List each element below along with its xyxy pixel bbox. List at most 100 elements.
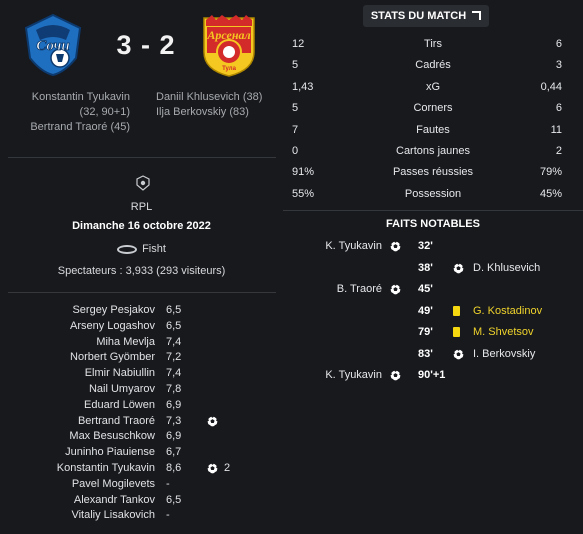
stat-label: Passes réussies [392, 166, 474, 179]
away-scorer-line: Ilja Berkovskiy (83) [156, 106, 249, 118]
event-minute: 45' [418, 283, 433, 295]
goal-icon [390, 283, 401, 295]
event-icon [390, 283, 401, 298]
player-row[interactable]: Miha Mevlja 7,4 [0, 335, 283, 351]
stat-row: 55% Possession 45% [283, 184, 583, 205]
player-name: Pavel Mogilevets [71, 477, 155, 490]
player-row[interactable]: Eduard Löwen 6,9 [0, 398, 283, 414]
player-row[interactable]: Nail Umyarov 7,8 [0, 382, 283, 398]
stat-label: Tirs [424, 38, 442, 50]
home-team-crest[interactable]: Сочи [20, 12, 86, 78]
player-rating: 7,4 [166, 367, 182, 380]
home-scorer-line: Konstantin Tyukavin [31, 91, 130, 103]
divider [8, 157, 276, 158]
stat-row: 7 Fautes 11 [283, 120, 583, 141]
player-row[interactable]: Bertrand Traoré 7,3 [0, 414, 283, 430]
away-scorer-line: Daniil Khlusevich (38) [156, 91, 263, 103]
player-name: Norbert Gyömber [70, 351, 155, 364]
event-row[interactable]: B. Traoré 45' [283, 279, 583, 300]
player-rating: 6,5 [166, 319, 182, 332]
home-scorers: Konstantin Tyukavin (32, 90+1) Bertrand … [22, 90, 130, 135]
event-icon [453, 348, 464, 363]
player-name: Arseny Logashov [70, 319, 155, 332]
goal-icon [207, 462, 218, 474]
player-row[interactable]: Max Besuschkow 6,9 [0, 429, 283, 445]
event-player: D. Khlusevich [473, 261, 541, 274]
event-player: K. Tyukavin [325, 240, 382, 252]
player-row[interactable]: Norbert Gyömber 7,2 [0, 350, 283, 366]
away-team-crest[interactable]: Арсенал Тула [196, 12, 262, 78]
event-icon [390, 369, 401, 384]
divider [283, 210, 583, 211]
event-row[interactable]: 79' M. Shvetsov [283, 322, 583, 343]
player-row[interactable]: Arseny Logashov 6,5 [0, 319, 283, 335]
player-row[interactable]: Elmir Nabiullin 7,4 [0, 366, 283, 382]
event-row[interactable]: 38' D. Khlusevich [283, 258, 583, 279]
expand-icon [472, 11, 482, 20]
event-icon [453, 327, 460, 337]
league-name: RPL [130, 201, 153, 213]
score: 3 - 2 [116, 30, 176, 60]
stat-label: Fautes [416, 123, 450, 136]
player-name: Bertrand Traoré [77, 414, 155, 427]
match-summary-panel: Сочи 3 - 2 Арсенал Тула Konstantin Tyuka… [0, 0, 283, 534]
event-row[interactable]: K. Tyukavin 32' [283, 236, 583, 257]
stadium-icon [117, 244, 138, 254]
stats-panel: STATS DU MATCH 12 Tirs 6 5 Cadrés 3 1,43 xG 0,44… [283, 0, 583, 534]
player-rating: 6,7 [166, 446, 182, 459]
event-minute: 49' [418, 304, 433, 317]
event-player: K. Tyukavin [325, 369, 382, 381]
goal-icon [390, 369, 401, 381]
event-player: B. Traoré [336, 283, 382, 295]
player-rating: - [166, 509, 170, 522]
away-crest-subtext: Тула [222, 66, 237, 72]
stat-away-value: 2 [555, 145, 562, 157]
player-name: Max Besuschkow [69, 430, 155, 443]
stat-away-value: 45% [539, 187, 562, 200]
stat-away-value: 11 [550, 123, 562, 136]
player-rating: 6,5 [166, 304, 182, 316]
player-name: Elmir Nabiullin [84, 367, 155, 380]
divider [8, 292, 276, 293]
stat-label: Cadrés [415, 59, 451, 72]
player-row[interactable]: Sergey Pesjakov 6,5 [0, 303, 283, 319]
event-player: M. Shvetsov [473, 326, 534, 338]
player-row[interactable]: Konstantin Tyukavin 8,6 2 [0, 461, 283, 477]
yellow-card-icon [453, 327, 460, 337]
player-rating: 7,3 [166, 414, 182, 427]
player-row[interactable]: Pavel Mogilevets - [0, 477, 283, 493]
event-row[interactable]: 83' I. Berkovskiy [283, 344, 583, 365]
player-rating: 6,9 [166, 430, 182, 443]
match-stats-button[interactable]: STATS DU MATCH [363, 5, 489, 27]
home-crest-text: Сочи [36, 38, 69, 54]
event-row[interactable]: 49' G. Kostadinov [283, 301, 583, 322]
league-logo-icon[interactable] [136, 175, 150, 191]
stat-row: 5 Cadrés 3 [283, 55, 583, 76]
home-scorer-line: Bertrand Traoré (45) [30, 121, 130, 133]
event-icon [453, 262, 464, 277]
goal-icon-wrap [207, 462, 218, 477]
attendance: Spectateurs : 3,933 (293 visiteurs) [57, 265, 226, 277]
goal-icon [453, 262, 464, 274]
event-minute: 83' [418, 347, 433, 360]
stat-away-value: 6 [555, 38, 562, 50]
events-title: FAITS NOTABLES [386, 218, 480, 230]
player-row[interactable]: Alexandr Tankov 6,5 [0, 493, 283, 509]
player-row[interactable]: Juninho Piauiense 6,7 [0, 445, 283, 461]
player-name: Konstantin Tyukavin [56, 461, 155, 474]
event-minute: 90'+1 [418, 369, 446, 381]
event-minute: 79' [418, 326, 433, 338]
player-name: Alexandr Tankov [73, 493, 155, 506]
stat-row: 91% Passes réussies 79% [283, 162, 583, 183]
player-rating: 8,6 [166, 461, 182, 474]
goal-icon [453, 348, 464, 360]
stat-label: Cartons jaunes [396, 145, 470, 157]
stat-row: 5 Corners 6 [283, 98, 583, 119]
player-row[interactable]: Vitaliy Lisakovich - [0, 508, 283, 524]
player-name: Vitaliy Lisakovich [71, 509, 155, 522]
player-name: Sergey Pesjakov [72, 304, 155, 316]
stat-row: 1,43 xG 0,44 [283, 77, 583, 98]
yellow-card-icon [453, 305, 460, 316]
event-icon [453, 305, 460, 316]
event-row[interactable]: K. Tyukavin 90'+1 [283, 365, 583, 386]
